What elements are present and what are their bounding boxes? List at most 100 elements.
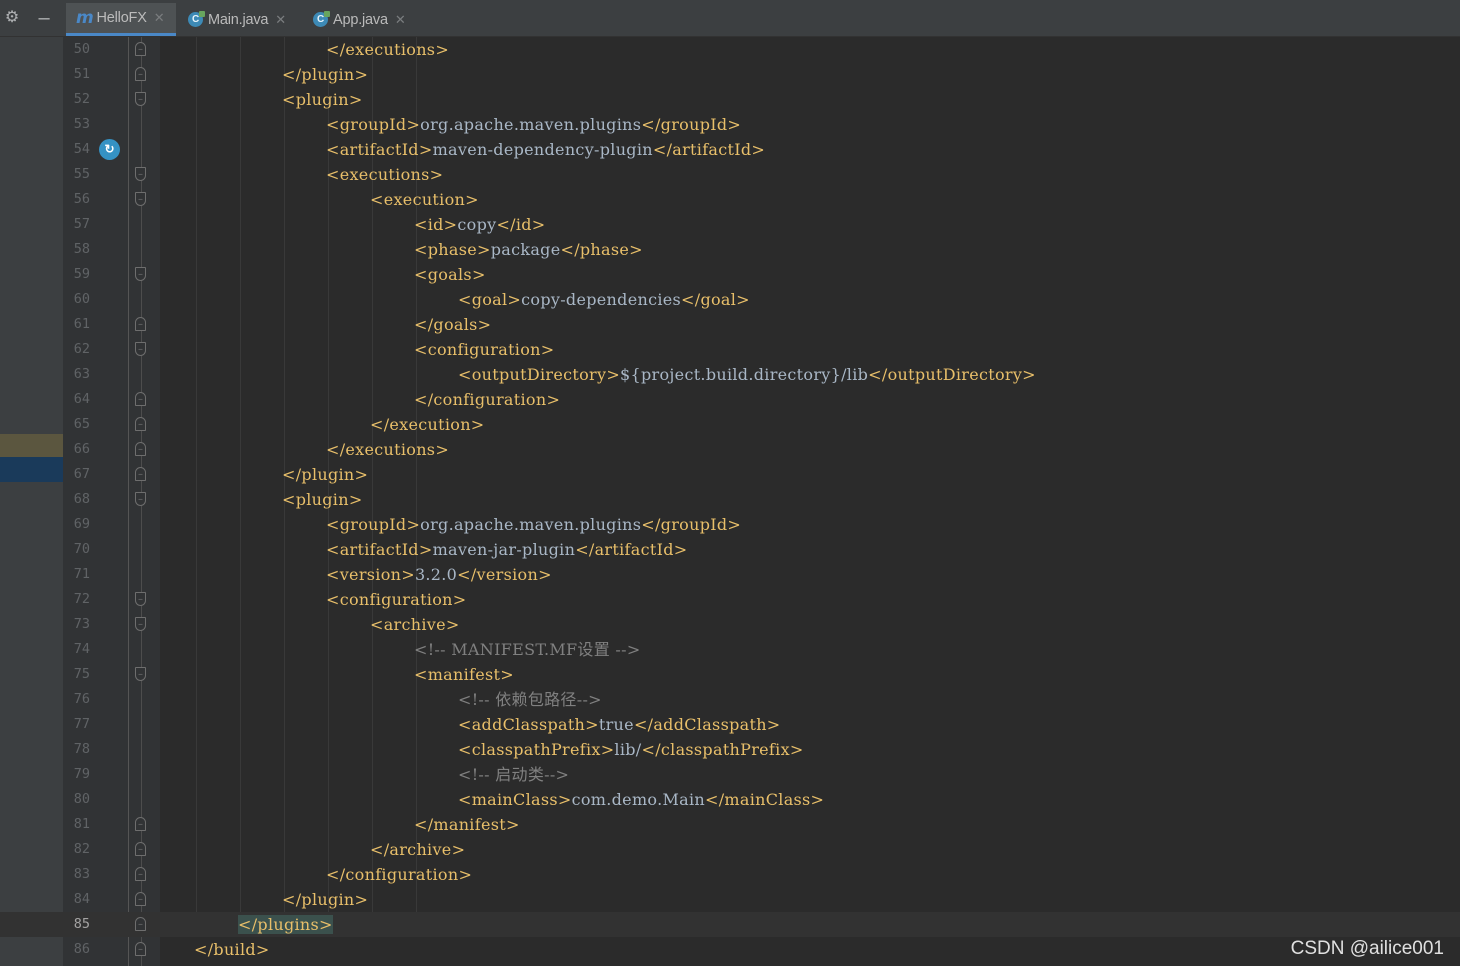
code-text[interactable]: </plugin> [282, 887, 368, 912]
code-line[interactable]: 69 <groupId>org.apache.maven.plugins</gro… [0, 512, 1460, 537]
line-number[interactable]: 55 [63, 162, 90, 187]
code-text[interactable]: </build> [194, 937, 270, 962]
line-number[interactable]: 76 [63, 687, 90, 712]
code-line[interactable]: 53 <groupId>org.apache.maven.plugins</gro… [0, 112, 1460, 137]
code-text[interactable]: </goals> [414, 312, 491, 337]
code-text[interactable]: <executions> [326, 162, 443, 187]
line-number[interactable]: 56 [63, 187, 90, 212]
fold-collapse-icon[interactable]: – [135, 267, 146, 281]
line-number[interactable]: 57 [63, 212, 90, 237]
fold-end-icon[interactable]: – [135, 42, 146, 56]
code-text[interactable]: <phase>package</phase> [414, 237, 643, 262]
code-line[interactable]: 71 <version>3.2.0</version> [0, 562, 1460, 587]
code-line[interactable]: 54 ↻ <artifactId>maven-dependency-plugin</… [0, 137, 1460, 162]
line-number[interactable]: 79 [63, 762, 90, 787]
code-line[interactable]: 57 <id>copy</id> [0, 212, 1460, 237]
code-line[interactable]: 63 <outputDirectory>${project.build.direc… [0, 362, 1460, 387]
fold-end-icon[interactable]: – [135, 442, 146, 456]
code-text[interactable]: </plugin> [282, 462, 368, 487]
fold-end-icon[interactable]: – [135, 417, 146, 431]
line-number[interactable]: 68 [63, 487, 90, 512]
minimize-icon[interactable]: – [35, 8, 53, 28]
code-text[interactable]: <execution> [370, 187, 479, 212]
code-line[interactable]: 55 – <executions> [0, 162, 1460, 187]
line-number[interactable]: 73 [63, 612, 90, 637]
fold-end-icon[interactable]: – [135, 892, 146, 906]
fold-collapse-icon[interactable]: – [135, 92, 146, 106]
line-number[interactable]: 72 [63, 587, 90, 612]
code-text[interactable]: <id>copy</id> [414, 212, 546, 237]
code-line[interactable]: 68 – <plugin> [0, 487, 1460, 512]
code-text[interactable]: <manifest> [414, 662, 514, 687]
code-line[interactable]: 61 – </goals> [0, 312, 1460, 337]
code-line[interactable]: 66 – </executions> [0, 437, 1460, 462]
code-line[interactable]: 67 – </plugin> [0, 462, 1460, 487]
code-text[interactable]: <artifactId>maven-dependency-plugin</art… [326, 137, 765, 162]
line-number[interactable]: 50 [63, 37, 90, 62]
fold-collapse-icon[interactable]: – [135, 617, 146, 631]
line-number[interactable]: 53 [63, 112, 90, 137]
tab-app-java[interactable]: C App.java ✕ [303, 3, 421, 36]
close-icon[interactable]: ✕ [395, 12, 406, 28]
code-line[interactable]: 81 – </manifest> [0, 812, 1460, 837]
code-text[interactable]: <artifactId>maven-jar-plugin</artifactId… [326, 537, 687, 562]
fold-end-icon[interactable]: – [135, 817, 146, 831]
fold-end-icon[interactable]: – [135, 917, 146, 931]
code-line[interactable]: 75 – <manifest> [0, 662, 1460, 687]
fold-end-icon[interactable]: – [135, 317, 146, 331]
code-text[interactable]: <configuration> [414, 337, 554, 362]
code-line[interactable]: 80 <mainClass>com.demo.Main</mainClass> [0, 787, 1460, 812]
line-number[interactable]: 69 [63, 512, 90, 537]
line-number[interactable]: 59 [63, 262, 90, 287]
line-number[interactable]: 84 [63, 887, 90, 912]
code-line[interactable]: 74 <!-- MANIFEST.MF设置 --> [0, 637, 1460, 662]
fold-collapse-icon[interactable]: – [135, 342, 146, 356]
code-text[interactable]: </configuration> [414, 387, 560, 412]
fold-end-icon[interactable]: – [135, 67, 146, 81]
line-number[interactable]: 65 [63, 412, 90, 437]
close-icon[interactable]: ✕ [154, 10, 165, 26]
line-number[interactable]: 86 [63, 937, 90, 962]
line-number[interactable]: 82 [63, 837, 90, 862]
line-number[interactable]: 64 [63, 387, 90, 412]
code-line[interactable]: 51 – </plugin> [0, 62, 1460, 87]
fold-collapse-icon[interactable]: – [135, 667, 146, 681]
line-number[interactable]: 75 [63, 662, 90, 687]
code-line[interactable]: 56 – <execution> [0, 187, 1460, 212]
code-line[interactable]: 59 – <goals> [0, 262, 1460, 287]
code-line[interactable]: 70 <artifactId>maven-jar-plugin</artifact… [0, 537, 1460, 562]
line-number[interactable]: 70 [63, 537, 90, 562]
code-text[interactable]: <addClasspath>true</addClasspath> [458, 712, 781, 737]
tab-hellofx[interactable]: m HelloFX ✕ [66, 3, 176, 36]
fold-end-icon[interactable]: – [135, 867, 146, 881]
line-number[interactable]: 71 [63, 562, 90, 587]
fold-collapse-icon[interactable]: – [135, 492, 146, 506]
code-line[interactable]: 77 <addClasspath>true</addClasspath> [0, 712, 1460, 737]
code-text[interactable]: <goals> [414, 262, 486, 287]
fold-collapse-icon[interactable]: – [135, 592, 146, 606]
fold-end-icon[interactable]: – [135, 467, 146, 481]
tab-main-java[interactable]: C Main.java ✕ [178, 3, 302, 36]
code-line[interactable]: 78 <classpathPrefix>lib/</classpathPrefix… [0, 737, 1460, 762]
code-text[interactable]: </plugin> [282, 62, 368, 87]
code-text[interactable]: <!-- 依赖包路径--> [458, 687, 602, 712]
line-number[interactable]: 85 [63, 912, 90, 937]
code-line[interactable]: 85 – </plugins> [0, 912, 1460, 937]
code-text[interactable]: <mainClass>com.demo.Main</mainClass> [458, 787, 824, 812]
code-text[interactable]: </configuration> [326, 862, 472, 887]
close-icon[interactable]: ✕ [275, 12, 286, 28]
code-line[interactable]: 58 <phase>package</phase> [0, 237, 1460, 262]
code-text[interactable]: </archive> [370, 837, 465, 862]
line-number[interactable]: 63 [63, 362, 90, 387]
code-editor[interactable]: 50– </executions> 51– </plugin> 52– <plugin> 5… [0, 37, 1460, 962]
line-number[interactable]: 61 [63, 312, 90, 337]
line-number[interactable]: 51 [63, 62, 90, 87]
code-text[interactable]: <configuration> [326, 587, 466, 612]
line-number[interactable]: 60 [63, 287, 90, 312]
fold-collapse-icon[interactable]: – [135, 167, 146, 181]
fold-end-icon[interactable]: – [135, 842, 146, 856]
line-number[interactable]: 62 [63, 337, 90, 362]
code-text[interactable]: <classpathPrefix>lib/</classpathPrefix> [458, 737, 804, 762]
code-text[interactable]: <groupId>org.apache.maven.plugins</group… [326, 512, 741, 537]
code-line[interactable]: 82 – </archive> [0, 837, 1460, 862]
